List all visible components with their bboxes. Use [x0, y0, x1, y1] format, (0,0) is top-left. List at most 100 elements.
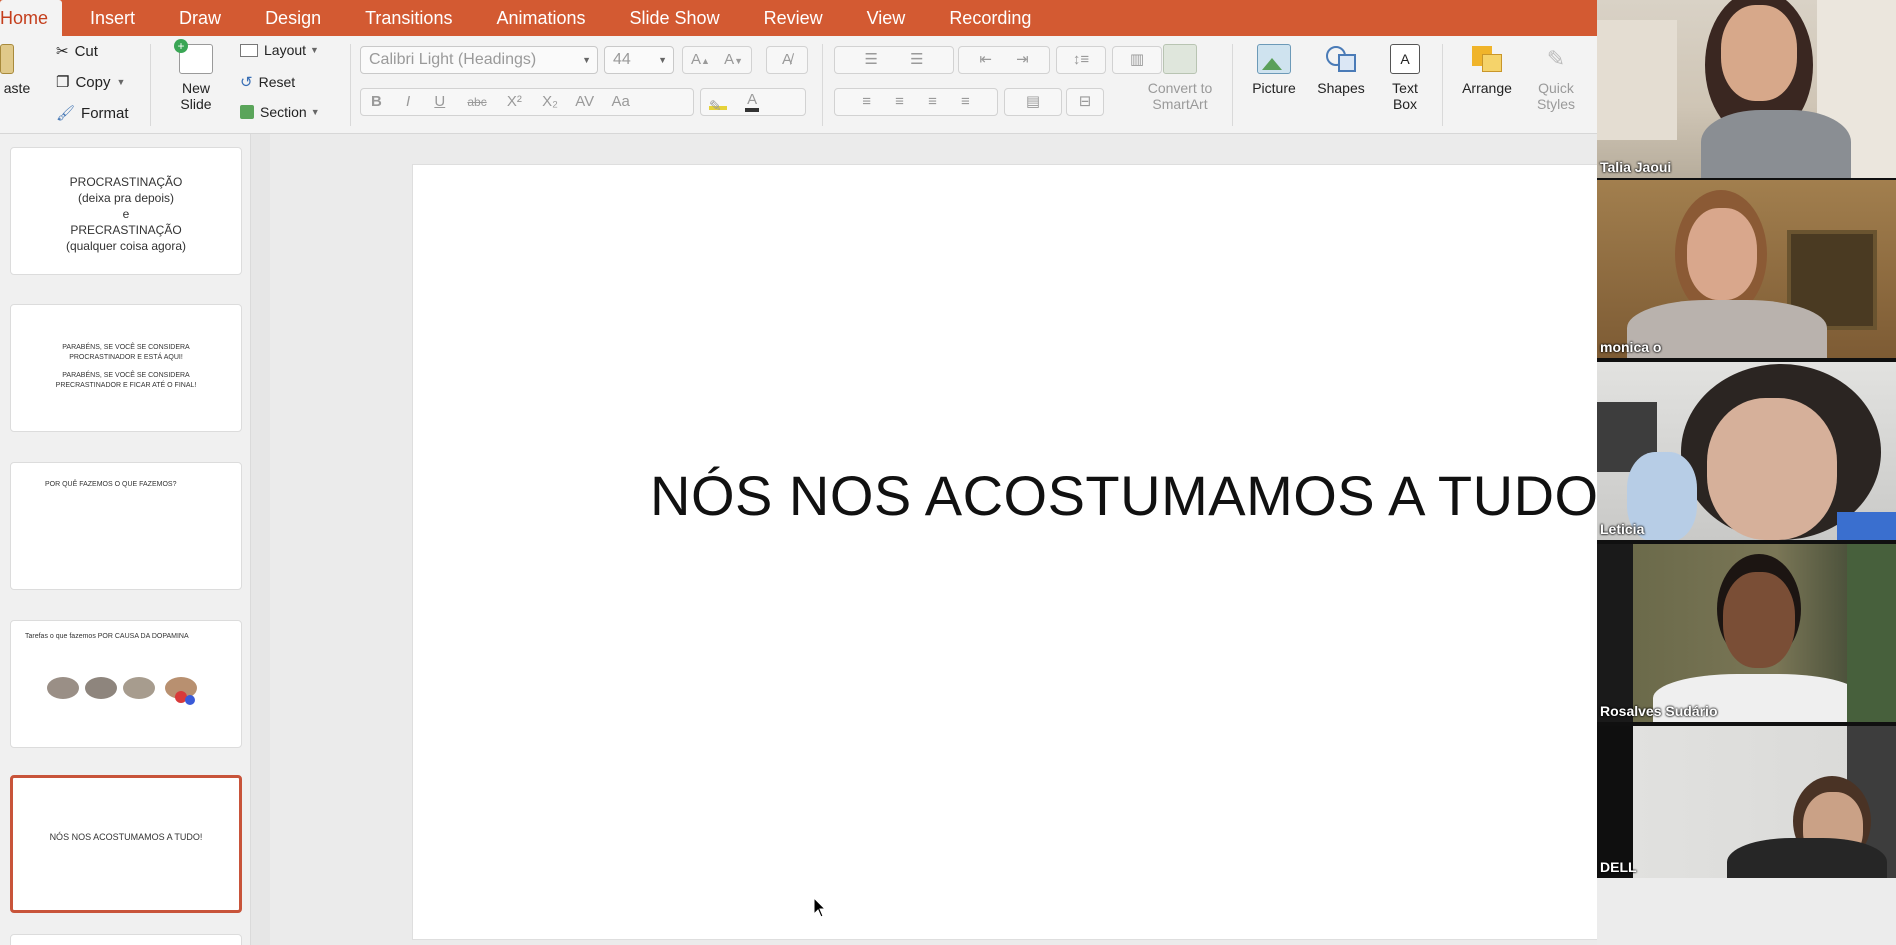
pane-splitter[interactable]	[250, 134, 270, 945]
italic-icon[interactable]: I	[406, 93, 410, 110]
slide-thumbnail-5[interactable]: NÓS NOS ACOSTUMAMOS A TUDO!	[10, 775, 242, 913]
copy-label: Copy	[75, 73, 111, 91]
tab-home[interactable]: Home	[0, 0, 63, 36]
ribbon-separator	[822, 44, 823, 126]
powerpoint-window: Home Insert Draw Design Transitions Anim…	[0, 0, 1896, 945]
arrange-button[interactable]: Arrange	[1454, 44, 1520, 96]
copy-icon: ❐	[56, 74, 70, 91]
participant-tile-5[interactable]: DELL	[1597, 726, 1896, 878]
bold-icon[interactable]: B	[371, 93, 382, 110]
font-size-combo[interactable]: 44 ▼	[604, 46, 674, 74]
font-color-icon[interactable]: A	[745, 92, 760, 113]
align-text-button[interactable]: ⊟	[1066, 88, 1104, 116]
bullets-icon[interactable]: ☰	[864, 51, 877, 68]
slide-thumbnail-4[interactable]: Tarefas o que fazemos POR CAUSA DA DOPAM…	[10, 620, 242, 748]
picture-button[interactable]: Picture	[1244, 44, 1304, 96]
arrange-icon	[1470, 44, 1504, 74]
section-label: Section	[260, 104, 307, 120]
new-slide-label-2: Slide	[180, 96, 212, 112]
copy-button[interactable]: ❐ Copy ▼	[56, 73, 125, 92]
tab-slide-show[interactable]: Slide Show	[608, 0, 742, 36]
font-name-combo[interactable]: Calibri Light (Headings) ▼	[360, 46, 598, 74]
slide-thumbnail-6[interactable]	[10, 934, 242, 945]
thumbnail-text: Tarefas o que fazemos POR CAUSA DA DOPAM…	[25, 633, 189, 640]
layout-button[interactable]: Layout ▼	[240, 42, 319, 58]
section-icon	[240, 105, 254, 119]
align-left-icon[interactable]: ≡	[862, 93, 871, 110]
participant-name: Leticia	[1600, 521, 1645, 537]
underline-icon[interactable]: U	[434, 93, 445, 110]
text-direction-button[interactable]: ▤	[1004, 88, 1062, 116]
increase-indent-icon[interactable]: ⇥	[1016, 51, 1029, 68]
clear-formatting-icon: A̸	[781, 51, 792, 68]
tab-animations[interactable]: Animations	[474, 0, 607, 36]
participant-video	[1597, 0, 1896, 178]
shapes-button[interactable]: Shapes	[1310, 44, 1372, 96]
tab-design[interactable]: Design	[243, 0, 343, 36]
text-box-button[interactable]: A Text Box	[1380, 44, 1430, 112]
decrease-indent-icon[interactable]: ⇤	[979, 51, 992, 68]
new-slide-button[interactable]: + New Slide	[168, 39, 224, 112]
text-box-label-2: Box	[1392, 96, 1418, 112]
ribbon-separator	[1442, 44, 1443, 126]
participant-tile-4[interactable]: Rosalves Sudário	[1597, 544, 1896, 722]
tab-transitions[interactable]: Transitions	[343, 0, 474, 36]
shapes-icon	[1324, 44, 1358, 74]
shapes-label: Shapes	[1317, 80, 1365, 96]
participant-tile-2[interactable]: monica o	[1597, 180, 1896, 358]
convert-to-smartart-button[interactable]: Convert to SmartArt	[1138, 44, 1222, 112]
participant-tile-3[interactable]: Leticia	[1597, 362, 1896, 540]
slide-title-text[interactable]: NÓS NOS ACOSTUMAMOS A TUDO!	[650, 463, 1615, 528]
align-right-icon[interactable]: ≡	[928, 93, 937, 110]
picture-label: Picture	[1252, 80, 1296, 96]
tab-insert[interactable]: Insert	[68, 0, 157, 36]
format-painter-button[interactable]: 🖌 Format	[56, 104, 129, 123]
quick-styles-button[interactable]: ✎ Quick Styles	[1526, 44, 1586, 112]
change-case-icon[interactable]: Aa	[612, 93, 630, 110]
thumbnail-text: NÓS NOS ACOSTUMAMOS A TUDO!	[49, 832, 203, 842]
increase-font-icon[interactable]: A	[691, 51, 701, 68]
decrease-font-icon[interactable]: A	[724, 51, 734, 68]
slide-thumbnail-1[interactable]: PROCRASTINAÇÃO (deixa pra depois) e PREC…	[10, 147, 242, 275]
clear-formatting-button[interactable]: A̸	[766, 46, 808, 74]
slide-thumbnail-3[interactable]: POR QUÊ FAZEMOS O QUE FAZEMOS?	[10, 462, 242, 590]
subscript-icon[interactable]: X₂	[542, 93, 558, 110]
highlight-color-icon[interactable]: ✎	[709, 94, 727, 115]
font-grow-shrink-group[interactable]: A▲ A▼	[682, 46, 752, 74]
ribbon-separator	[150, 44, 151, 126]
tab-recording[interactable]: Recording	[927, 0, 1053, 36]
quick-styles-label-1: Quick	[1538, 80, 1574, 96]
color-group: ✎ A	[700, 88, 806, 116]
cut-button[interactable]: ✂ Cut	[56, 42, 98, 61]
paste-button[interactable]: aste	[0, 44, 34, 96]
smartart-icon	[1163, 44, 1197, 74]
justify-icon[interactable]: ≡	[961, 93, 970, 110]
align-text-icon: ⊟	[1078, 93, 1092, 110]
scissors-icon: ✂	[56, 43, 69, 60]
reset-icon: ↺	[240, 74, 253, 91]
line-spacing-button[interactable]: ↕≡	[1056, 46, 1106, 74]
font-size-value: 44	[613, 51, 631, 68]
reset-button[interactable]: ↺ Reset	[240, 73, 295, 91]
current-slide[interactable]	[412, 164, 1792, 940]
copy-dropdown-icon[interactable]: ▼	[116, 77, 125, 87]
text-box-label-1: Text	[1392, 80, 1418, 96]
superscript-icon[interactable]: X²	[507, 93, 522, 110]
ribbon-separator	[1232, 44, 1233, 126]
numbering-icon[interactable]: ☰	[910, 51, 923, 68]
new-slide-icon: +	[174, 39, 213, 74]
strikethrough-icon[interactable]: abc	[467, 95, 486, 109]
tab-draw[interactable]: Draw	[157, 0, 243, 36]
align-center-icon[interactable]: ≡	[895, 93, 904, 110]
section-button[interactable]: Section ▼	[240, 104, 320, 120]
participant-tile-1[interactable]: Talia Jaoui	[1597, 0, 1896, 178]
chevron-down-icon: ▼	[310, 107, 320, 117]
character-spacing-icon[interactable]: AV	[575, 93, 594, 110]
chevron-down-icon: ▼	[582, 55, 591, 65]
tab-review[interactable]: Review	[742, 0, 845, 36]
participant-name: Talia Jaoui	[1600, 159, 1672, 175]
slide-thumbnail-2[interactable]: PARABÉNS, SE VOCÊ SE CONSIDERA PROCRASTI…	[10, 304, 242, 432]
quick-styles-label-2: Styles	[1536, 96, 1576, 112]
tab-view[interactable]: View	[845, 0, 928, 36]
list-buttons-group: ☰ ☰	[834, 46, 954, 74]
